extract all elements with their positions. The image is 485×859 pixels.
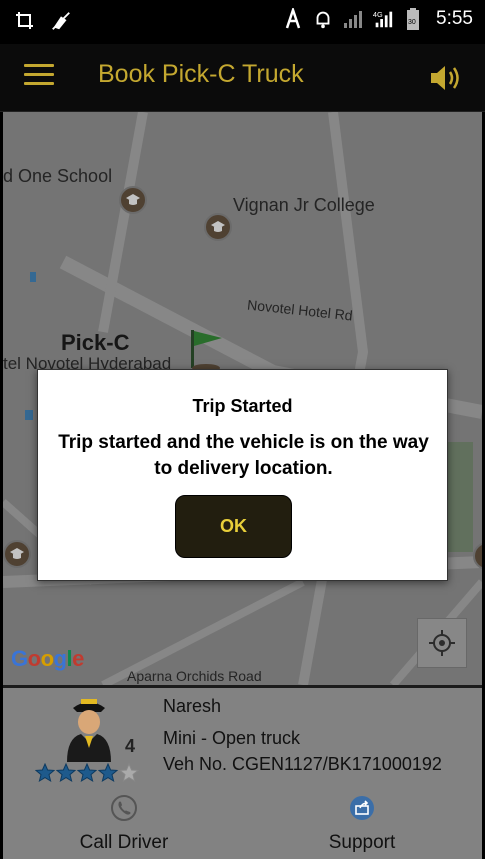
vehicle-number: Veh No. CGEN1127/BK171000192 xyxy=(163,754,442,774)
crop-icon xyxy=(14,8,36,34)
accessibility-icon xyxy=(282,6,304,32)
star-rating xyxy=(35,763,139,783)
clock-time: 5:55 xyxy=(436,8,473,29)
trip-started-dialog: Trip Started Trip started and the vehicl… xyxy=(37,369,448,581)
star-filled-icon xyxy=(98,763,118,783)
call-driver-button[interactable]: Call Driver xyxy=(54,794,194,854)
support-label: Support xyxy=(328,832,396,853)
driver-panel: 4 Naresh Mini - Open truck Veh No. CGEN1… xyxy=(3,685,482,859)
driver-avatar xyxy=(63,696,115,762)
star-empty-icon xyxy=(119,763,139,783)
star-filled-icon xyxy=(56,763,76,783)
star-filled-icon xyxy=(77,763,97,783)
network-4g-icon: 4G xyxy=(372,6,394,32)
svg-text:30: 30 xyxy=(408,19,416,26)
svg-text:4G: 4G xyxy=(373,10,383,19)
hamburger-menu-icon[interactable] xyxy=(24,64,54,90)
battery-icon: 30 xyxy=(402,6,424,32)
share-support-icon xyxy=(348,794,376,822)
support-button[interactable]: Support xyxy=(292,794,432,854)
call-driver-label: Call Driver xyxy=(79,832,169,853)
page-title: Book Pick-C Truck xyxy=(98,60,304,88)
rating-number: 4 xyxy=(125,736,136,756)
vehicle-type: Mini - Open truck xyxy=(163,728,301,748)
status-bar: 4G 30 5:55 xyxy=(0,0,485,44)
driver-name: Naresh xyxy=(163,696,222,716)
dialog-message: Trip started and the vehicle is on the w… xyxy=(58,432,429,479)
ok-button[interactable]: OK xyxy=(175,495,292,558)
star-filled-icon xyxy=(35,763,55,783)
no-signal-hand-icon xyxy=(50,8,72,34)
alarm-icon xyxy=(312,6,334,32)
speaker-icon[interactable] xyxy=(429,63,463,93)
dialog-title: Trip Started xyxy=(192,396,293,416)
signal-icon xyxy=(342,6,364,32)
app-bar: Book Pick-C Truck xyxy=(0,44,485,112)
phone-icon xyxy=(110,794,138,822)
